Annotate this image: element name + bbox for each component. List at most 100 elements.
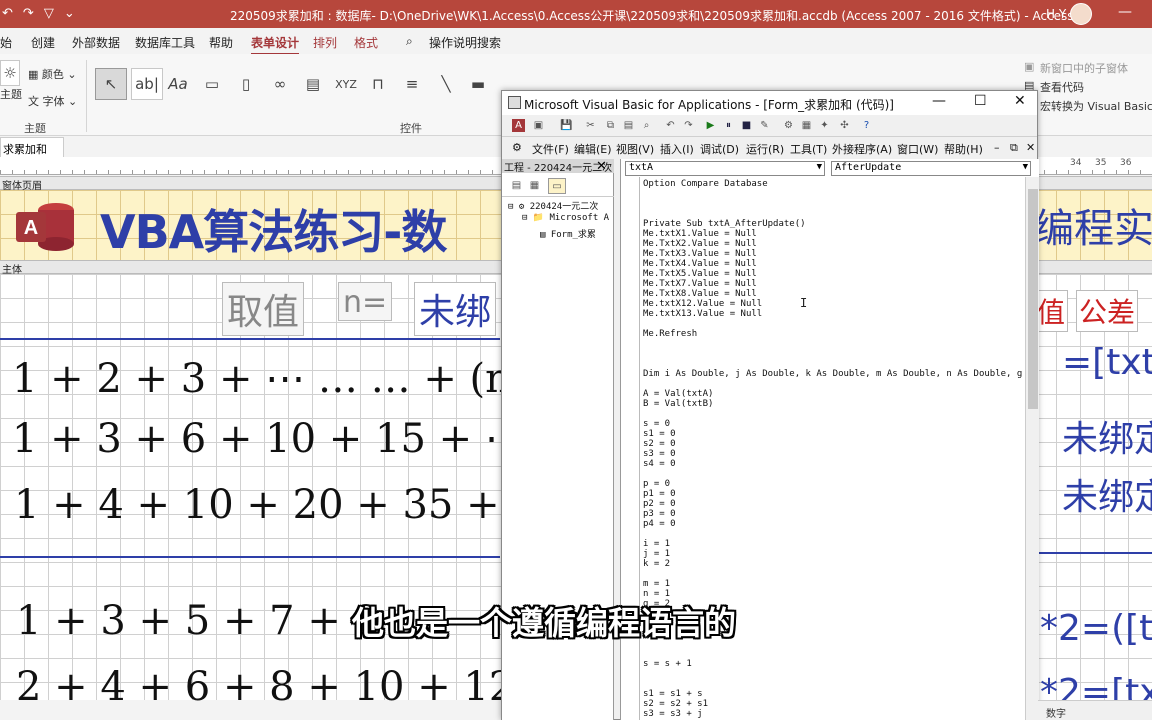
label-common-difference[interactable]: 公差 bbox=[1076, 290, 1139, 332]
menu-run[interactable]: 运行(R) bbox=[746, 141, 784, 157]
procedure-combo[interactable]: AfterUpdate ▼ bbox=[831, 161, 1031, 176]
close-icon[interactable]: ✕ bbox=[1026, 141, 1035, 154]
banner-title-right[interactable]: 编程实例 bbox=[1034, 196, 1152, 254]
maximize-icon[interactable]: ☐ bbox=[974, 93, 987, 109]
tab-create[interactable]: 创建 bbox=[31, 34, 55, 51]
view-object-icon[interactable]: ▦ bbox=[528, 179, 541, 192]
new-subwindow-button[interactable]: 新窗口中的子窗体 bbox=[1040, 60, 1128, 76]
unbound-textbox[interactable]: 未绑定 bbox=[1062, 410, 1152, 462]
object-browser-icon[interactable]: ✦ bbox=[818, 119, 831, 132]
divider-line[interactable] bbox=[0, 338, 500, 340]
close-icon[interactable]: ✕ bbox=[596, 159, 610, 174]
menu-debug[interactable]: 调试(D) bbox=[700, 141, 739, 157]
label-n[interactable]: n= bbox=[338, 282, 393, 321]
customize-qat-icon[interactable]: ⌄ bbox=[64, 6, 75, 21]
minimize-icon[interactable]: — bbox=[932, 93, 946, 109]
properties-icon[interactable]: ▦ bbox=[800, 119, 813, 132]
tree-node-folder[interactable]: ⊟ 📁 Microsoft A bbox=[508, 213, 609, 227]
web-browser-control-icon[interactable]: ▤ bbox=[297, 68, 329, 100]
tab-external-data[interactable]: 外部数据 bbox=[72, 34, 120, 51]
project-explorer-icon[interactable]: ⚙ bbox=[782, 119, 795, 132]
theme-icon[interactable]: ☼ bbox=[0, 60, 20, 86]
formula-textbox[interactable]: =[txtA bbox=[1062, 342, 1152, 383]
navigation-control-icon[interactable]: XYZ bbox=[330, 68, 362, 100]
vertical-scrollbar[interactable] bbox=[1025, 177, 1039, 720]
insert-module-icon[interactable]: ▣ bbox=[532, 119, 545, 132]
hyperlink-control-icon[interactable]: ∞ bbox=[264, 68, 296, 100]
divider-line[interactable] bbox=[1038, 552, 1152, 554]
tab-database-tools[interactable]: 数据库工具 bbox=[135, 34, 195, 51]
undo-icon[interactable]: ↶ bbox=[664, 119, 677, 132]
menu-help[interactable]: 帮助(H) bbox=[944, 141, 983, 157]
redo-icon[interactable]: ↷ bbox=[23, 6, 34, 21]
line-control-icon[interactable]: ╲ bbox=[430, 68, 462, 100]
tab-arrange[interactable]: 排列 bbox=[313, 34, 337, 51]
restore-icon[interactable]: ⧉ bbox=[1010, 141, 1018, 155]
tab-start[interactable]: 始 bbox=[0, 34, 12, 51]
menu-edit[interactable]: 编辑(E) bbox=[574, 141, 612, 157]
view-code-icon[interactable]: ▤ bbox=[510, 179, 523, 192]
button-control-icon[interactable]: ▭ bbox=[196, 68, 228, 100]
tab-control-icon[interactable]: ▯ bbox=[230, 68, 262, 100]
menu-insert[interactable]: 插入(I) bbox=[660, 141, 694, 157]
banner-title[interactable]: VBA算法练习-数 bbox=[100, 196, 447, 262]
menu-file[interactable]: 文件(F) bbox=[532, 141, 569, 157]
label-value-right[interactable]: 值 bbox=[1034, 290, 1069, 332]
minimize-icon[interactable]: – bbox=[994, 141, 1000, 154]
tree-node-project[interactable]: ⊟ ⚙ 220424一元二次 bbox=[508, 199, 609, 213]
menu-window[interactable]: 窗口(W) bbox=[897, 141, 938, 157]
minimize-icon[interactable]: — bbox=[1118, 4, 1132, 20]
menu-view[interactable]: 视图(V) bbox=[616, 141, 654, 157]
stop-icon[interactable]: ■ bbox=[740, 119, 753, 132]
unbound-textbox[interactable]: 未绑 bbox=[414, 282, 497, 336]
colors-button[interactable]: ▦ 颜色 ⌄ bbox=[28, 66, 77, 82]
tree-node-form[interactable]: ▤ Form_求累 bbox=[508, 227, 609, 241]
run-icon[interactable]: ▶ bbox=[704, 119, 717, 132]
convert-macro-button[interactable]: 宏转换为 Visual Basic 代码 bbox=[1040, 98, 1152, 114]
formula-label[interactable]: 1 + 4 + 10 + 20 + 35 + bbox=[14, 482, 500, 528]
design-mode-icon[interactable]: ✎ bbox=[758, 119, 771, 132]
filter-icon[interactable]: ▽ bbox=[44, 6, 54, 21]
close-icon[interactable]: ✕ bbox=[1014, 93, 1026, 109]
divider-line[interactable] bbox=[0, 556, 500, 558]
chevron-down-icon[interactable]: ▼ bbox=[1023, 162, 1028, 172]
cut-icon[interactable]: ✂ bbox=[584, 119, 597, 132]
view-code-button[interactable]: 查看代码 bbox=[1040, 79, 1084, 95]
fonts-button[interactable]: 文 字体 ⌄ bbox=[28, 93, 77, 109]
document-tab[interactable]: 求累加和✕ bbox=[0, 137, 64, 170]
formula-label[interactable]: 1 + 3 + 6 + 10 + 15 + ⋯ bbox=[12, 416, 525, 462]
pause-icon[interactable]: ⏸ bbox=[722, 119, 735, 132]
toggle-folders-icon[interactable]: ▭ bbox=[548, 178, 566, 194]
tab-format[interactable]: 格式 bbox=[354, 34, 378, 51]
select-pointer-icon[interactable]: ↖ bbox=[95, 68, 127, 100]
formula-label[interactable]: 2 + 4 + 6 + 8 + 10 + 12 bbox=[16, 664, 514, 710]
help-icon[interactable]: ? bbox=[860, 119, 873, 132]
formula-label[interactable]: 1 + 2 + 3 + ⋯ … … + (n + bbox=[12, 356, 557, 402]
scrollbar-thumb[interactable] bbox=[1028, 189, 1038, 409]
user-initials[interactable]: H Y bbox=[1046, 7, 1066, 21]
formula-textbox[interactable]: *2=([txt bbox=[1040, 608, 1152, 649]
menu-addins[interactable]: 外接程序(A) bbox=[832, 141, 892, 157]
menu-tools[interactable]: 工具(T) bbox=[790, 141, 827, 157]
chevron-down-icon[interactable]: ▼ bbox=[817, 162, 822, 172]
access-view-icon[interactable]: A bbox=[512, 119, 525, 132]
toolbox-icon[interactable]: ✣ bbox=[838, 119, 851, 132]
copy-icon[interactable]: ⧉ bbox=[604, 119, 617, 132]
search-icon[interactable]: ⌕ bbox=[406, 34, 413, 49]
textbox-control-icon[interactable]: ab| bbox=[131, 68, 163, 100]
tell-me-search[interactable]: 操作说明搜索 bbox=[429, 34, 501, 51]
theme-button[interactable]: 主题 bbox=[0, 86, 22, 102]
option-group-icon[interactable]: ⊓ bbox=[362, 68, 394, 100]
label-value[interactable]: 取值 bbox=[222, 282, 305, 336]
formula-label[interactable]: 1 + 3 + 5 + 7 + 9 bbox=[16, 598, 379, 644]
object-combo[interactable]: txtA ▼ bbox=[625, 161, 825, 176]
find-icon[interactable]: ⌕ bbox=[640, 119, 653, 132]
paste-icon[interactable]: ▤ bbox=[622, 119, 635, 132]
undo-icon[interactable]: ↶ bbox=[2, 6, 13, 21]
redo-icon[interactable]: ↷ bbox=[682, 119, 695, 132]
save-icon[interactable]: 💾 bbox=[560, 119, 573, 132]
toggle-control-icon[interactable]: ▬ bbox=[462, 68, 494, 100]
tab-help[interactable]: 帮助 bbox=[209, 34, 233, 51]
label-control-icon[interactable]: Aa bbox=[162, 68, 194, 100]
avatar[interactable] bbox=[1070, 3, 1092, 25]
